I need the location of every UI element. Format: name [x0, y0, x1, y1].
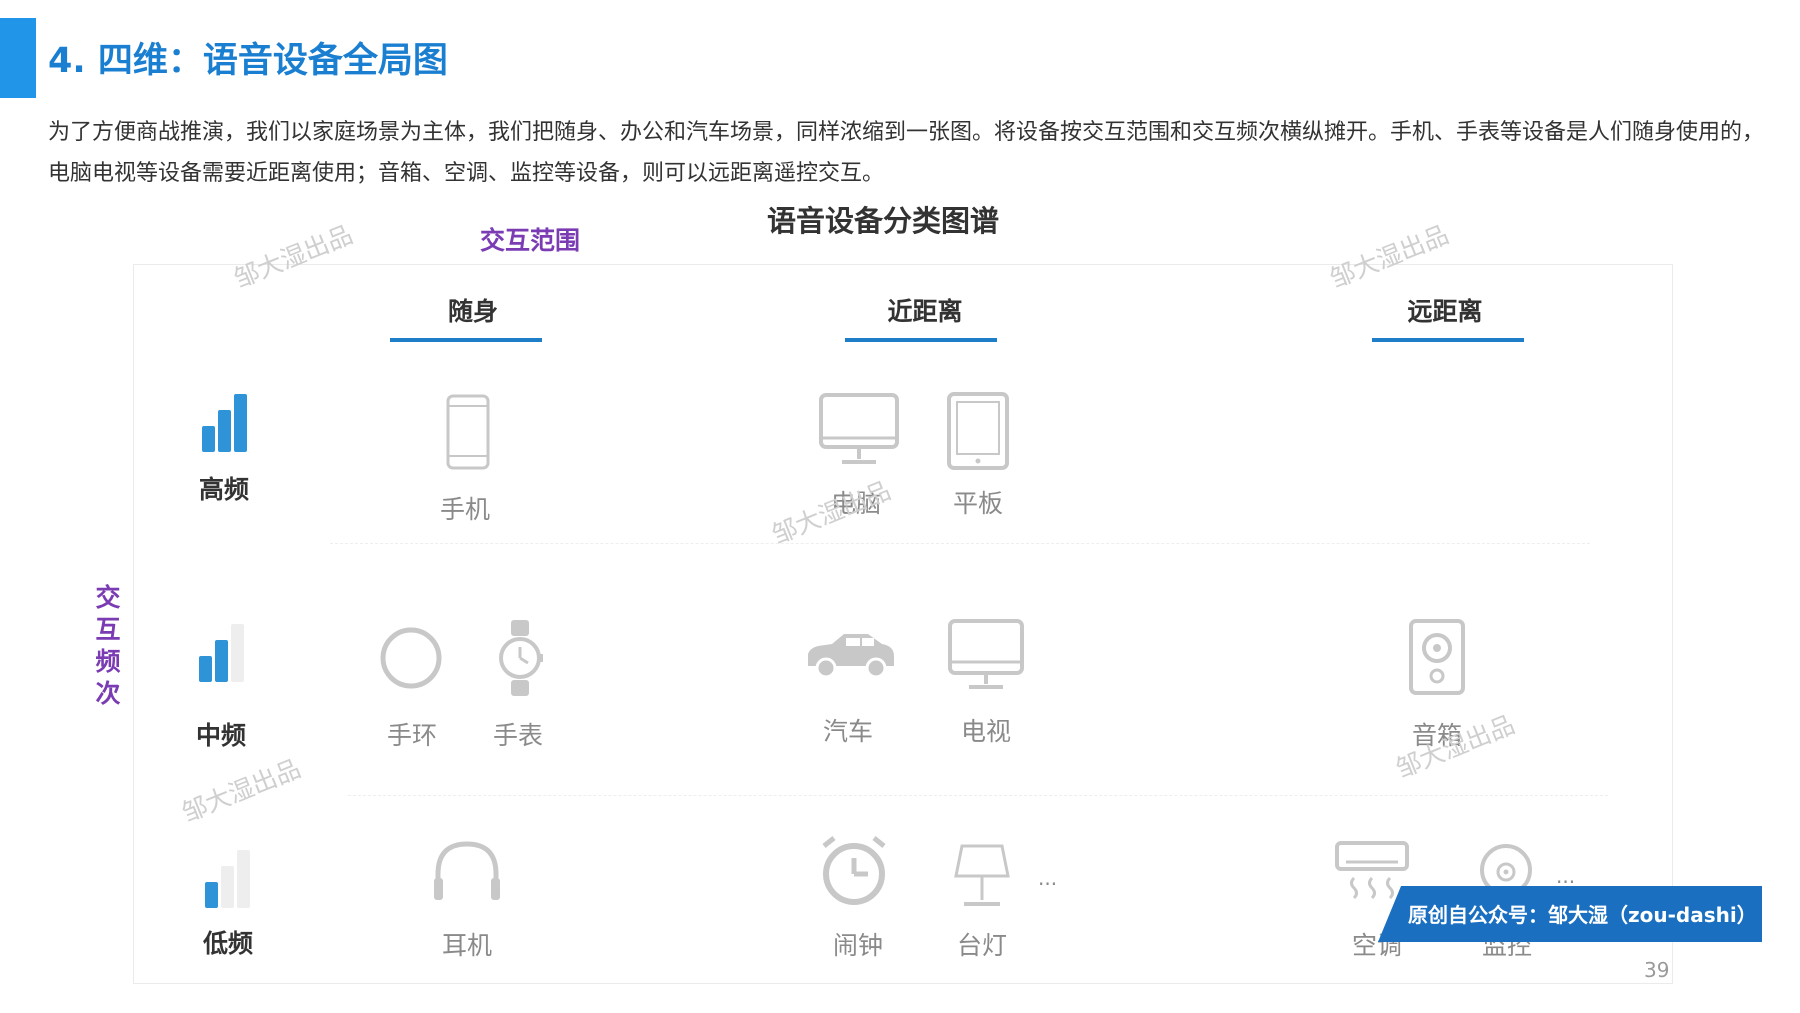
device-label-car: 汽车 [822, 717, 873, 746]
more-devices-near: ... [1038, 866, 1058, 890]
speaker-icon [1408, 618, 1466, 696]
row-label-mid: 中频 [195, 721, 246, 750]
row-label-high: 高频 [198, 475, 249, 504]
device-label-phone: 手机 [439, 495, 490, 524]
column-header-near: 近距离 [887, 297, 963, 326]
signal-low-icon [205, 850, 250, 908]
device-label-earphone: 耳机 [441, 931, 492, 960]
column-header-carry: 随身 [447, 297, 498, 326]
map-title: 语音设备分类图谱 [766, 204, 999, 238]
row-separator [330, 543, 1590, 544]
column-underline-carry [390, 338, 542, 342]
row-label-low: 低频 [202, 929, 253, 958]
signal-mid-icon [199, 624, 244, 682]
slide-title: 4. 四维：语音设备全局图 [48, 41, 448, 81]
signal-high-icon [202, 394, 247, 452]
tv-icon [947, 618, 1025, 692]
device-label-tv: 电视 [960, 717, 1011, 746]
monitor-icon [818, 392, 900, 468]
device-label-band: 手环 [386, 721, 437, 750]
source-banner-text: 原创自公众号：邹大湿（zou-dashi） [1408, 903, 1757, 927]
watch-icon [496, 618, 544, 698]
row-separator [348, 795, 1608, 796]
accent-bar [0, 18, 36, 98]
intro-paragraph: 为了方便商战推演，我们以家庭场景为主体，我们把随身、办公和汽车场景，同样浓缩到一… [48, 120, 1765, 186]
alarm-clock-icon [818, 834, 890, 906]
device-label-watch: 手表 [492, 721, 543, 750]
device-label-alarm: 闹钟 [832, 931, 883, 960]
page-number: 39 [1644, 958, 1670, 982]
column-header-far: 远距离 [1407, 297, 1483, 326]
band-icon [378, 620, 444, 692]
headphone-icon [430, 836, 504, 902]
lamp-icon [952, 842, 1012, 908]
range-axis-label: 交互范围 [480, 226, 581, 255]
device-label-lamp: 台灯 [956, 931, 1007, 960]
column-underline-near [845, 338, 997, 342]
frequency-axis-label: 交互频次 [95, 583, 121, 708]
more-devices-far: ... [1556, 864, 1576, 888]
car-icon [802, 628, 898, 680]
tablet-icon [946, 391, 1010, 471]
column-underline-far [1372, 338, 1524, 342]
device-label-tablet: 平板 [952, 489, 1003, 518]
phone-icon [446, 394, 490, 470]
